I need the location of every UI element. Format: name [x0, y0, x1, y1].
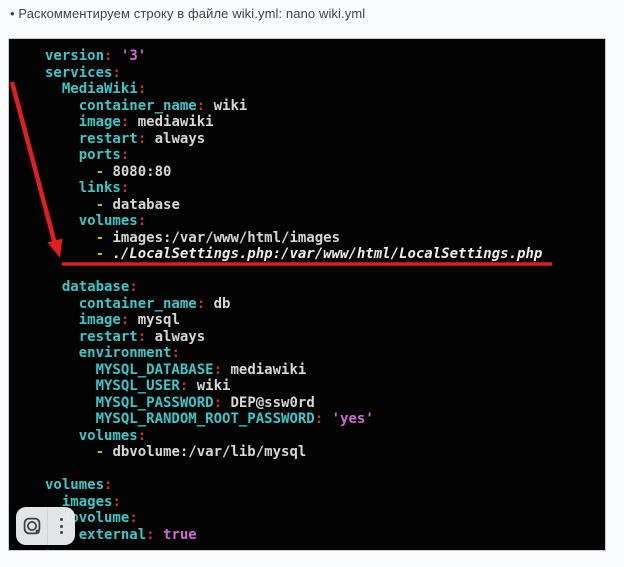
terminal-window[interactable]: version: '3'services: MediaWiki: contain… [8, 38, 606, 551]
lens-icon [22, 516, 42, 536]
terminal-code: version: '3'services: MediaWiki: contain… [45, 48, 605, 551]
kebab-menu-icon [60, 518, 63, 534]
image-search-widget [16, 507, 75, 545]
page: • Раскомментируем строку в файле wiki.ym… [0, 0, 624, 567]
page-heading: • Раскомментируем строку в файле wiki.ym… [10, 6, 365, 21]
kebab-menu-button[interactable] [48, 507, 75, 545]
lens-button[interactable] [16, 507, 47, 545]
